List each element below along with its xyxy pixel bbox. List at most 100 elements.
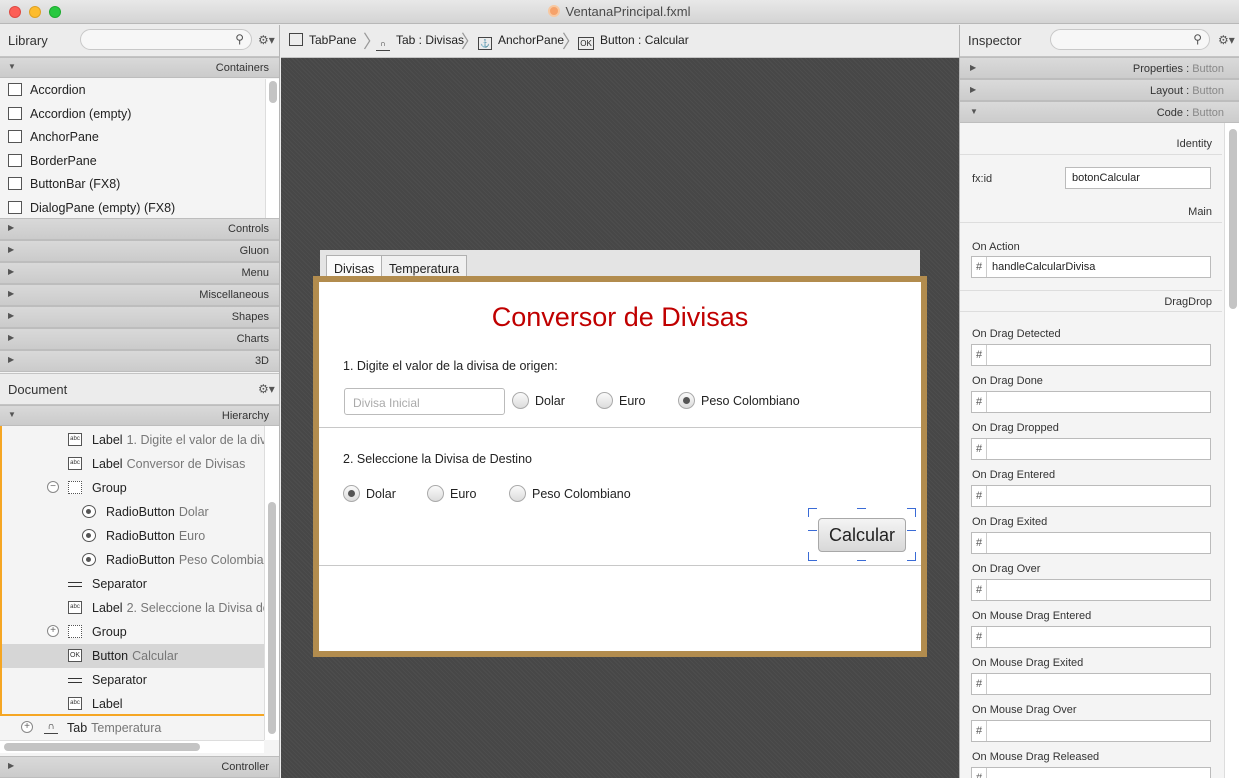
inspector-gear-icon[interactable]: ⚙▾ — [1218, 33, 1235, 47]
library-section-charts[interactable]: ▶ Charts — [0, 328, 279, 350]
event-handler-input[interactable]: # — [971, 673, 1211, 695]
hierarchy-row-label[interactable]: abc Label Conversor de Divisas — [0, 452, 264, 476]
selection-handle[interactable] — [808, 552, 817, 561]
library-item[interactable]: DialogPane (empty) (FX8) — [0, 197, 265, 220]
on-action-label: On Action — [972, 241, 1020, 253]
fxid-input[interactable]: botonCalcular — [1065, 167, 1211, 189]
library-item[interactable]: ButtonBar (FX8) — [0, 173, 265, 196]
design-canvas[interactable]: Divisas Temperatura Conversor de Divisas… — [281, 58, 959, 778]
layout-section[interactable]: ▶ Layout : Button — [960, 79, 1239, 101]
event-handler-input[interactable]: # — [971, 720, 1211, 742]
controller-section[interactable]: ▶ Controller — [0, 756, 279, 778]
library-gear-icon[interactable]: ⚙▾ — [258, 33, 275, 47]
origin-radio-dolar[interactable]: Dolar — [512, 392, 565, 409]
selection-handle[interactable] — [907, 552, 916, 561]
document-gear-icon[interactable]: ⚙▾ — [258, 382, 275, 396]
hierarchy-row-label[interactable]: abc Label — [0, 692, 264, 716]
event-handler-input[interactable]: # — [971, 344, 1211, 366]
scroll-thumb[interactable] — [269, 81, 277, 103]
hierarchy-scrollbar[interactable] — [264, 426, 279, 740]
hierarchy-row-button[interactable]: OK Button Calcular — [0, 644, 264, 668]
hierarchy-row-group[interactable]: − Group — [0, 476, 264, 500]
scroll-thumb[interactable] — [4, 743, 200, 751]
separator-icon — [68, 582, 82, 587]
expand-icon[interactable]: + — [21, 721, 33, 733]
hierarchy-row-separator[interactable]: Separator — [0, 572, 264, 596]
selection-handle[interactable] — [857, 552, 866, 561]
library-section-shapes[interactable]: ▶ Shapes — [0, 306, 279, 328]
library-search-input[interactable]: ⚲ — [80, 29, 252, 50]
on-action-input[interactable]: # handleCalcularDivisa — [971, 256, 1211, 278]
library-item[interactable]: AnchorPane — [0, 126, 265, 149]
event-handler-input[interactable]: # — [971, 438, 1211, 460]
hierarchy-row-radiobutton[interactable]: RadioButton Peso Colombia — [0, 548, 264, 572]
breadcrumb-item-tabpane[interactable]: TabPane — [289, 33, 356, 47]
group-icon — [68, 481, 82, 494]
selection-handle[interactable] — [808, 530, 817, 539]
expand-arrow-icon: ▶ — [970, 63, 977, 72]
minimize-window-button[interactable] — [29, 6, 41, 18]
node-type: Group — [92, 625, 127, 639]
dest-radio-euro[interactable]: Euro — [427, 485, 476, 502]
identity-group-label: Identity — [960, 133, 1222, 155]
event-handler-input[interactable]: # — [971, 579, 1211, 601]
properties-section[interactable]: ▶ Properties : Button — [960, 57, 1239, 79]
breadcrumb-item-button[interactable]: OK Button : Calcular — [578, 33, 689, 50]
hierarchy-row-group[interactable]: + Group — [0, 620, 264, 644]
code-section[interactable]: ▼ Code : Button — [960, 101, 1239, 123]
event-handler-input[interactable]: # — [971, 391, 1211, 413]
hierarchy-row-label[interactable]: abc Label 1. Digite el valor de la divi — [0, 428, 264, 452]
event-handler-input[interactable]: # — [971, 626, 1211, 648]
hierarchy-section[interactable]: ▼ Hierarchy — [0, 405, 279, 426]
library-item[interactable]: BorderPane — [0, 150, 265, 173]
breadcrumb-item-tab[interactable]: ∩ Tab : Divisas — [376, 33, 464, 51]
selection-handle[interactable] — [857, 508, 866, 517]
hierarchy-row-label[interactable]: abc Label 2. Seleccione la Divisa de — [0, 596, 264, 620]
library-section-miscellaneous[interactable]: ▶ Miscellaneous — [0, 284, 279, 306]
event-handler-input[interactable]: # — [971, 767, 1211, 778]
origin-radio-peso-colombiano[interactable]: Peso Colombiano — [678, 392, 800, 409]
library-item[interactable]: Accordion — [0, 79, 265, 102]
collapse-icon[interactable]: − — [47, 481, 59, 493]
dest-radio-dolar[interactable]: Dolar — [343, 485, 396, 502]
event-handler-input[interactable]: # — [971, 532, 1211, 554]
expand-arrow-icon: ▶ — [8, 223, 15, 232]
inspector-scrollbar[interactable] — [1224, 123, 1239, 778]
node-value: 2. Seleccione la Divisa de — [126, 601, 264, 615]
selection-handle[interactable] — [808, 508, 817, 517]
library-item[interactable]: Accordion (empty) — [0, 103, 265, 126]
close-window-button[interactable] — [9, 6, 21, 18]
hierarchy-row-tab[interactable]: + ∩ Tab Temperatura — [0, 716, 264, 740]
library-section-controls[interactable]: ▶ Controls — [0, 218, 279, 240]
scroll-thumb[interactable] — [1229, 129, 1237, 309]
expand-arrow-icon: ▶ — [8, 355, 15, 364]
selection-handle[interactable] — [907, 530, 916, 539]
breadcrumb-item-anchorpane[interactable]: ⚓ AnchorPane — [478, 33, 564, 50]
inspector-search-input[interactable]: ⚲ — [1050, 29, 1210, 50]
expand-icon[interactable]: + — [47, 625, 59, 637]
zoom-window-button[interactable] — [49, 6, 61, 18]
initial-currency-input[interactable]: Divisa Inicial — [344, 388, 505, 415]
library-section-menu[interactable]: ▶ Menu — [0, 262, 279, 284]
origin-radio-euro[interactable]: Euro — [596, 392, 645, 409]
calcular-button[interactable]: Calcular — [818, 518, 906, 552]
component-icon — [8, 153, 22, 167]
anchor-pane[interactable]: Conversor de Divisas 1. Digite el valor … — [313, 276, 927, 657]
hierarchy-row-radiobutton[interactable]: RadioButton Dolar — [0, 500, 264, 524]
event-label: On Drag Done — [972, 375, 1043, 387]
scroll-thumb[interactable] — [268, 502, 276, 734]
library-scrollbar[interactable] — [265, 79, 279, 219]
hierarchy-row-separator[interactable]: Separator — [0, 668, 264, 692]
hash-icon: # — [972, 721, 987, 741]
window-title: VentanaPrincipal.fxml — [565, 4, 691, 19]
dest-radio-peso-colombiano[interactable]: Peso Colombiano — [509, 485, 631, 502]
hierarchy-hscrollbar[interactable] — [0, 740, 264, 753]
event-handler-input[interactable]: # — [971, 485, 1211, 507]
library-section-gluon[interactable]: ▶ Gluon — [0, 240, 279, 262]
selection-handle[interactable] — [907, 508, 916, 517]
radio-label: Euro — [619, 394, 646, 408]
library-section-containers[interactable]: ▼ Containers — [0, 57, 279, 78]
button-icon: OK — [578, 37, 594, 50]
hierarchy-row-radiobutton[interactable]: RadioButton Euro — [0, 524, 264, 548]
library-section-3d[interactable]: ▶ 3D — [0, 350, 279, 372]
